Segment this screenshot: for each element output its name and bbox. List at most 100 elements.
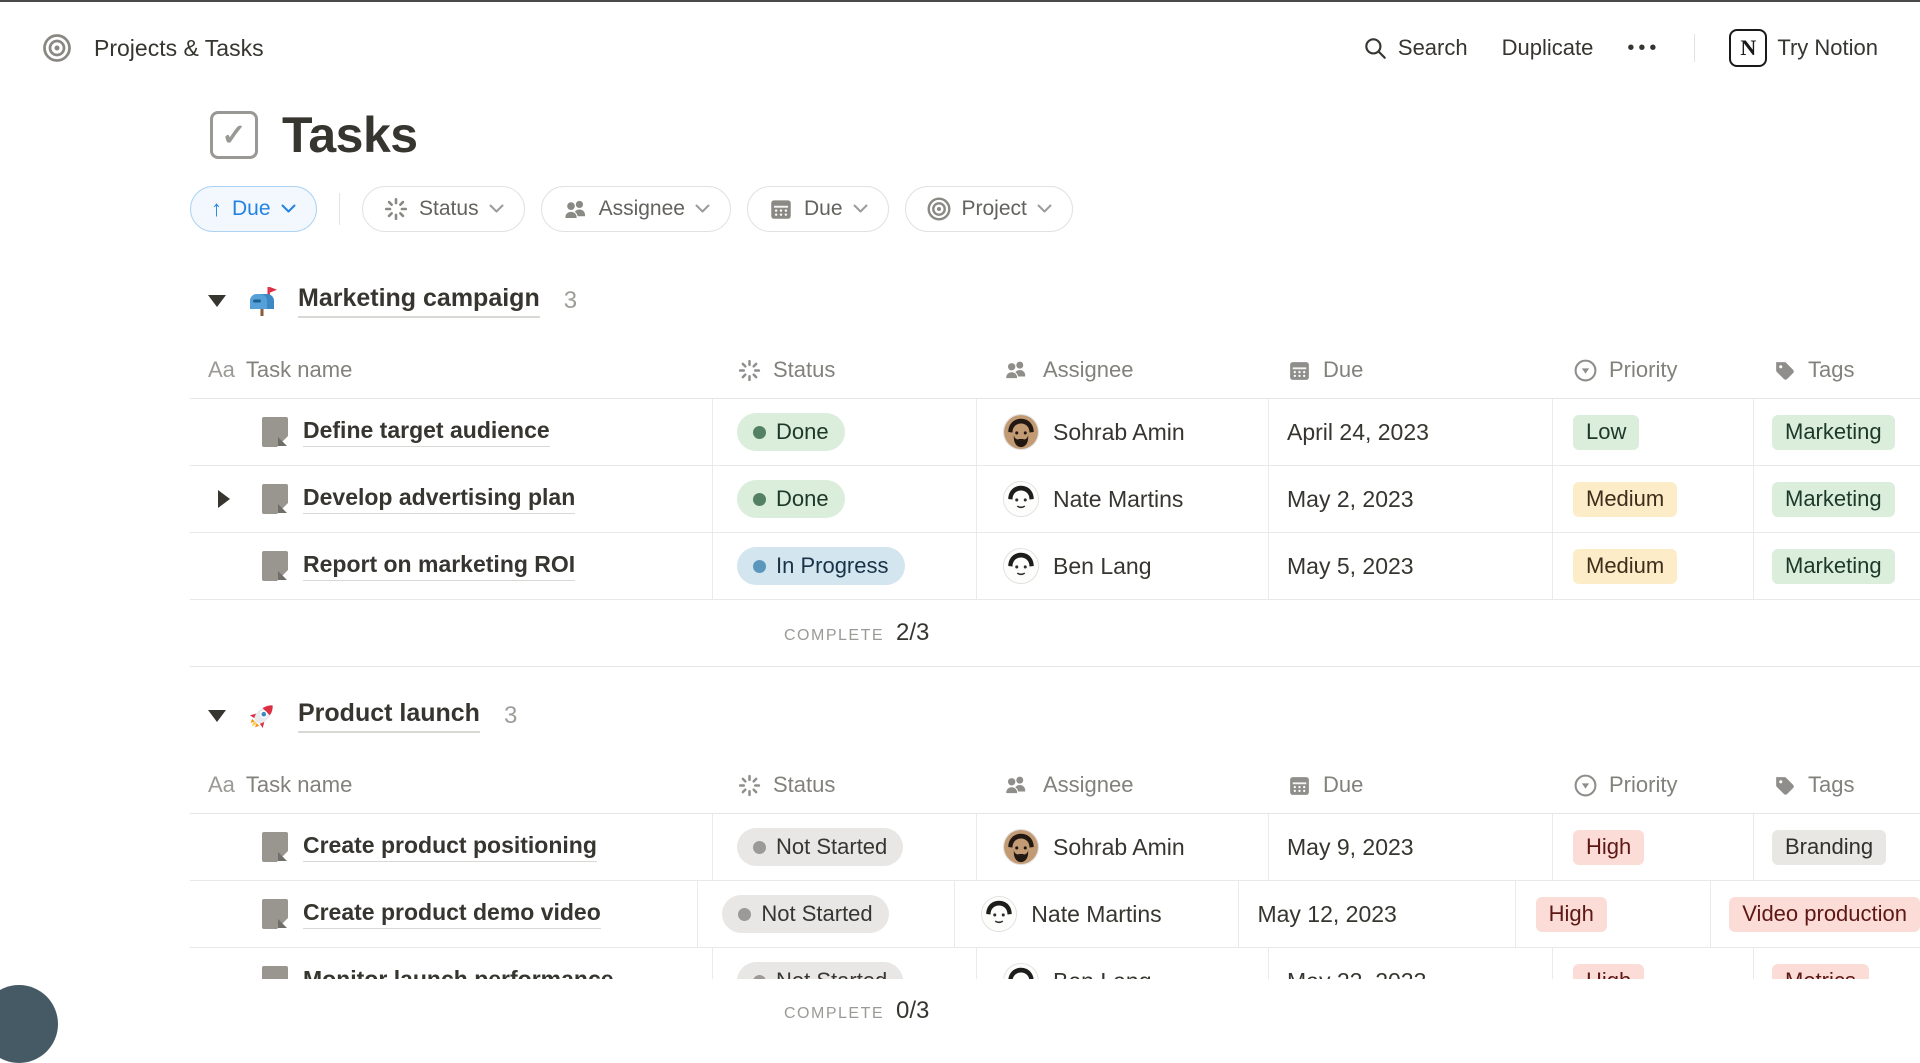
tags-cell[interactable]: Branding [1754,814,1920,880]
page-title[interactable]: Tasks [282,106,418,164]
filter-pill-due[interactable]: Due [747,186,889,232]
status-cell[interactable]: Done [713,466,977,532]
assignee-cell[interactable]: Nate Martins [955,881,1239,947]
tags-cell[interactable]: Video production [1711,881,1920,947]
filter-pill-assignee[interactable]: Assignee [541,186,731,232]
task-title[interactable]: Develop advertising plan [303,484,575,514]
due-date: April 24, 2023 [1287,419,1429,446]
more-options-button[interactable]: ••• [1627,37,1660,60]
status-cell[interactable]: Not Started [713,814,977,880]
chevron-down-icon [853,204,868,214]
table-row[interactable]: Create product positioning Not Started S… [190,814,1920,881]
tags-cell[interactable]: Marketing [1754,466,1920,532]
due-cell[interactable]: April 24, 2023 [1269,399,1553,465]
filter-pill-project[interactable]: Project [905,186,1073,232]
task-title[interactable]: Create product demo video [303,899,601,929]
priority-cell[interactable]: Medium [1553,533,1754,599]
column-header-status[interactable]: Status [713,757,977,813]
column-header-status[interactable]: Status [713,342,977,398]
priority-cell[interactable]: High [1516,881,1712,947]
column-header-tags[interactable]: Tags [1754,342,1920,398]
sort-pill-due[interactable]: ↑ Due [190,186,317,232]
column-header-priority[interactable]: Priority [1553,342,1754,398]
avatar [981,896,1017,932]
sort-ascending-icon: ↑ [211,198,222,220]
group-marketing-campaign: Marketing campaign 3 AaTask name Status … [190,278,1920,667]
filter-pill-status[interactable]: Status [362,186,525,232]
notion-logo-icon: N [1729,29,1767,67]
column-header-task-name[interactable]: AaTask name [190,342,713,398]
column-header-priority[interactable]: Priority [1553,757,1754,813]
chevron-down-icon [1037,204,1052,214]
table-header-row: AaTask name Status Assignee Due Priority… [190,757,1920,814]
status-cell[interactable]: Done [713,399,977,465]
due-cell[interactable]: May 9, 2023 [1269,814,1553,880]
due-cell[interactable]: May 2, 2023 [1269,466,1553,532]
table-row[interactable]: Report on marketing ROI In Progress Ben … [190,533,1920,600]
priority-pill: Medium [1573,549,1677,584]
page-icon [262,484,288,514]
column-header-due[interactable]: Due [1269,757,1553,813]
tag-pill: Video production [1729,897,1920,932]
column-header-assignee[interactable]: Assignee [977,342,1269,398]
group-title[interactable]: Marketing campaign [298,284,540,318]
target-icon [42,33,72,63]
priority-cell[interactable]: Medium [1553,466,1754,532]
group-collapse-toggle[interactable] [208,710,226,722]
priority-pill: Medium [1573,482,1677,517]
assignee-cell[interactable]: Sohrab Amin [977,814,1269,880]
due-cell[interactable]: May 5, 2023 [1269,533,1553,599]
sticky-calculation-row[interactable]: COMPLETE 0/3 [0,979,1920,1043]
top-bar: Projects & Tasks Search Duplicate ••• N … [0,2,1920,94]
assignee-cell[interactable]: Ben Lang [977,533,1269,599]
status-dot-icon [753,841,766,854]
status-dot-icon [753,560,766,573]
task-title[interactable]: Define target audience [303,417,550,447]
assignee-name: Ben Lang [1053,553,1151,580]
group-collapse-toggle[interactable] [208,295,226,307]
chevron-right-icon [218,490,230,508]
priority-pill: High [1573,830,1644,865]
try-notion-button[interactable]: N Try Notion [1729,29,1878,67]
page-icon [262,899,288,929]
status-dot-icon [753,426,766,439]
column-header-task-name[interactable]: AaTask name [190,757,713,813]
status-label: Not Started [761,901,872,927]
due-cell[interactable]: May 12, 2023 [1239,881,1515,947]
task-title[interactable]: Create product positioning [303,832,597,862]
duplicate-button[interactable]: Duplicate [1502,35,1594,61]
assignee-cell[interactable]: Sohrab Amin [977,399,1269,465]
table-row[interactable]: Develop advertising plan Done Nate Marti… [190,466,1920,533]
people-icon [562,196,589,223]
filter-divider [339,193,341,225]
tags-cell[interactable]: Marketing [1754,399,1920,465]
priority-cell[interactable]: Low [1553,399,1754,465]
group-title[interactable]: Product launch [298,699,480,733]
tags-cell[interactable]: Marketing [1754,533,1920,599]
assignee-name: Sohrab Amin [1053,419,1185,446]
more-icon: ••• [1627,37,1660,60]
tag-pill: Marketing [1772,415,1895,450]
tag-pill: Marketing [1772,549,1895,584]
column-header-tags[interactable]: Tags [1754,757,1920,813]
priority-icon [1573,358,1598,383]
group-header: Product launch 3 [208,693,1920,739]
task-title[interactable]: Report on marketing ROI [303,551,575,581]
search-button[interactable]: Search [1362,35,1468,61]
status-dot-icon [753,493,766,506]
calculation-row[interactable]: COMPLETE 2/3 [190,600,1920,667]
calendar-icon [1287,358,1312,383]
table-row[interactable]: Define target audience Done Sohrab Amin … [190,399,1920,466]
priority-cell[interactable]: High [1553,814,1754,880]
workspace-title[interactable]: Projects & Tasks [94,35,264,62]
people-icon [1003,772,1029,798]
assignee-cell[interactable]: Nate Martins [977,466,1269,532]
table-row[interactable]: Create product demo video Not Started Na… [190,881,1920,948]
row-expand-toggle[interactable] [218,490,262,508]
page-icon [262,832,288,862]
column-header-assignee[interactable]: Assignee [977,757,1269,813]
status-cell[interactable]: In Progress [713,533,977,599]
chevron-down-icon [695,204,710,214]
column-header-due[interactable]: Due [1269,342,1553,398]
status-cell[interactable]: Not Started [698,881,955,947]
